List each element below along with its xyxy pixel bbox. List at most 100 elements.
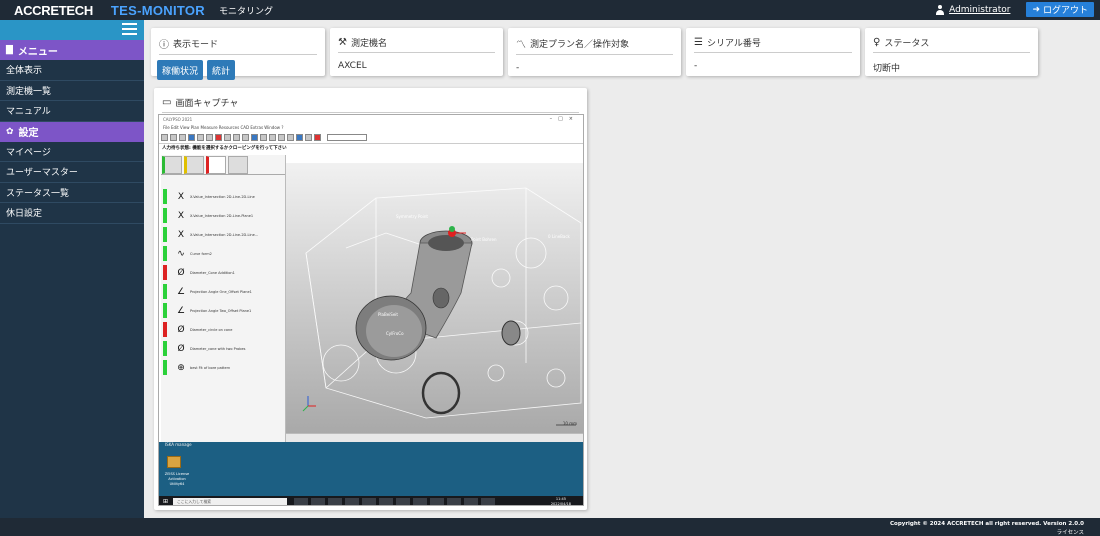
- sidebar-item-machine-list[interactable]: 測定機一覧: [0, 81, 144, 101]
- operation-status-button[interactable]: 稼働状況: [157, 60, 204, 80]
- help-icon: [296, 134, 303, 141]
- element-label: best Fit of bore pattern: [190, 365, 231, 370]
- machine-name-card: ⚒ 測定機名 AXCEL: [330, 28, 503, 76]
- copyright-text: Copyright © 2024 ACCRETECH all right res…: [890, 521, 1084, 527]
- element-symbol-icon: Ø: [177, 343, 185, 354]
- cad-label: CylFroCo: [386, 331, 404, 336]
- element-symbol-icon: Ø: [177, 324, 185, 335]
- sidebar-item-holiday-settings[interactable]: 休日設定: [0, 203, 144, 224]
- element-tabs: [161, 155, 285, 175]
- element-symbol-icon: ∠: [176, 286, 186, 297]
- element-label: X-Value_Intersection 2D-Line-2D-Line...: [190, 232, 259, 237]
- list-icon: ☰: [694, 37, 703, 48]
- statistics-button[interactable]: 統計: [207, 60, 236, 80]
- taskbar-app-icon: [311, 498, 325, 505]
- tool-icon: [251, 134, 258, 141]
- product-name: TES-MONITOR: [110, 2, 205, 18]
- tool-icon: [179, 134, 186, 141]
- element-status-bar: [163, 246, 167, 261]
- tool-icon: [224, 134, 231, 141]
- user-link[interactable]: Administrator: [949, 5, 1010, 15]
- card-header: ☰ シリアル番号: [694, 36, 852, 53]
- viewport-toolbar: [286, 433, 583, 442]
- logout-label: ログアウト: [1042, 6, 1088, 16]
- element-list: X X-Value_Intersection 2D-Line-2D-Line X X-…: [161, 175, 285, 377]
- plan-card: 〽 測定プラン名／操作対象 -: [508, 28, 681, 76]
- element-row: X X-Value_Intersection 2D-Line-2D-Line: [161, 187, 285, 206]
- sidebar-section-menu: ▇ メニュー: [0, 40, 144, 60]
- card-title: 表示モード: [173, 40, 219, 50]
- monitor-icon: ▭: [162, 97, 172, 108]
- tool-icon: [233, 134, 240, 141]
- app-window-title: CALYPSO 2021 –□×: [159, 115, 583, 124]
- tab-icon: [162, 156, 182, 174]
- tool-icon: [161, 134, 168, 141]
- sidebar-item-status-list[interactable]: ステータス一覧: [0, 183, 144, 203]
- license-utility-icon: [167, 456, 181, 468]
- clock-date: 2022/04/18: [550, 501, 571, 506]
- element-label: Curve form2: [190, 251, 212, 256]
- element-row: ∠ Projection Angle Two_Offset Plane1: [161, 301, 285, 320]
- sidebar-item-overview[interactable]: 全体表示: [0, 60, 144, 81]
- cad-label: PlaBeiSeit: [378, 312, 398, 317]
- element-status-bar: [163, 341, 167, 356]
- section-title: メニュー: [17, 46, 58, 58]
- cad-label: 0 LineBack: [548, 234, 571, 239]
- screen-capture-card: ▭ 画面キャプチャ CALYPSO 2021 –□× File Edit Vie…: [154, 88, 587, 510]
- element-symbol-icon: X: [177, 229, 185, 240]
- license-link[interactable]: ライセンス: [1057, 528, 1084, 536]
- status-card: ♀ ステータス 切断中: [865, 28, 1038, 76]
- element-status-bar: [163, 284, 167, 299]
- tool-icon: [314, 134, 321, 141]
- card-title: 測定機名: [350, 39, 387, 49]
- taskbar-app-icon: [362, 498, 376, 505]
- tab-icon: [206, 156, 226, 174]
- tool-icon: [197, 134, 204, 141]
- tool-icon: [206, 134, 213, 141]
- card-header: ⚒ 測定機名: [338, 36, 495, 53]
- tool-icon: [269, 134, 276, 141]
- app-toolbar: [159, 132, 583, 144]
- element-status-bar: [163, 265, 167, 280]
- captured-desktop: ISKA manage ZEISS License Activation Uti…: [159, 442, 583, 496]
- tool-icon: [305, 134, 312, 141]
- tool-icon: [287, 134, 294, 141]
- element-row: Ø Diameter_cone with two Probes: [161, 339, 285, 358]
- sidebar-toggle-bar: [0, 20, 144, 40]
- element-symbol-icon: Ø: [177, 267, 185, 278]
- element-status-bar: [163, 189, 167, 204]
- taskbar-app-icon: [464, 498, 478, 505]
- scale-label: 10 mm: [562, 421, 577, 426]
- element-row: X X-Value_Intersection 2D-Line-2D-Line...: [161, 225, 285, 244]
- element-symbol-icon: ⊕: [177, 362, 185, 373]
- element-row: ∿ Curve form2: [161, 244, 285, 263]
- header-actions: Administrator ➜ ログアウト: [935, 2, 1094, 17]
- microscope-icon: ⚒: [338, 37, 347, 48]
- sidebar-item-manual[interactable]: マニュアル: [0, 101, 144, 122]
- element-status-bar: [163, 360, 167, 375]
- sidebar-item-mypage[interactable]: マイページ: [0, 142, 144, 162]
- hamburger-menu-icon[interactable]: [122, 23, 137, 36]
- cad-model: Symmetry Point Point Bohren PlaBeiSeit C…: [302, 187, 582, 426]
- page-footer: Copyright © 2024 ACCRETECH all right res…: [0, 518, 1100, 536]
- app-status-line: 人力待ち状態: 機能を選択するかクローピングを行って下さい: [162, 146, 287, 151]
- captured-taskbar: ⊞ ここに入力して検索 11:45 2022/04/18: [159, 496, 583, 506]
- card-header: ♀ ステータス: [873, 36, 1030, 53]
- card-title: 画面キャプチャ: [175, 99, 239, 109]
- card-title: シリアル番号: [706, 39, 761, 49]
- taskbar-search: ここに入力して検索: [173, 498, 287, 505]
- element-label: X-Value_Intersection 2D-Line-2D-Line: [190, 194, 255, 199]
- tool-icon: [170, 134, 177, 141]
- sidebar-item-user-master[interactable]: ユーザーマスター: [0, 162, 144, 183]
- desktop-label: ISKA manage: [165, 442, 192, 447]
- info-icon: ⓘ: [159, 40, 169, 51]
- logout-button[interactable]: ➜ ログアウト: [1026, 2, 1094, 17]
- cad-label: Point Bohren: [471, 237, 497, 242]
- element-symbol-icon: X: [177, 191, 185, 202]
- window-controls-icon: –□×: [549, 116, 579, 122]
- element-row: Ø Diameter_Cone Addition1: [161, 263, 285, 282]
- element-panel: X X-Value_Intersection 2D-Line-2D-Line X X-…: [161, 155, 286, 470]
- taskbar-app-icon: [328, 498, 342, 505]
- tool-icon: [278, 134, 285, 141]
- taskbar-app-icon: [345, 498, 359, 505]
